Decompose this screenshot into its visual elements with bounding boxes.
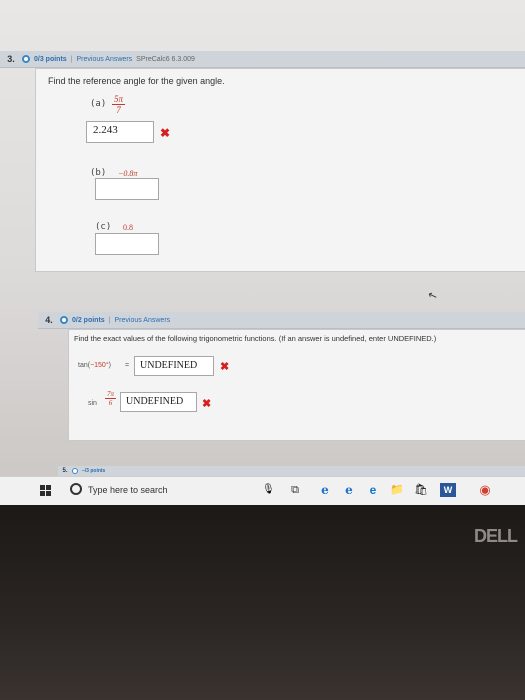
tan-func: tan( xyxy=(78,362,91,369)
part-b-given: −0.8π xyxy=(118,169,138,178)
tan-equals: = xyxy=(125,362,130,369)
status-dot-icon xyxy=(60,316,68,324)
part-a-given-fraction: 5π 7 xyxy=(112,94,126,115)
taskbar: Type here to search 🎙 ⧉ e e e 📁 🛍 W ◉ xyxy=(0,476,525,505)
status-dot-icon xyxy=(22,55,30,63)
store-icon[interactable]: 🛍 xyxy=(414,483,428,497)
question-3-source: SPreCalc6 6.3.009 xyxy=(136,55,195,63)
part-c-label: (c) xyxy=(95,222,112,232)
laptop-bezel xyxy=(0,505,525,700)
previous-answers-link[interactable]: Previous Answers xyxy=(115,317,171,324)
question-5-number: 5. xyxy=(62,468,68,474)
tan-answer-field[interactable]: UNDEFINED xyxy=(134,356,214,376)
tan-expression: tan(−150°) xyxy=(78,362,111,369)
question-3-prompt: Find the reference angle for the given a… xyxy=(48,76,225,86)
microphone-icon[interactable]: 🎙 xyxy=(262,483,275,497)
dell-logo: DELL xyxy=(474,526,518,546)
mouse-cursor-icon: ↖ xyxy=(426,288,440,304)
question-4-points: 0/2 points xyxy=(72,316,105,324)
chrome-icon[interactable]: ◉ xyxy=(478,483,492,497)
sin-denominator: 6 xyxy=(108,399,113,407)
tan-angle: −150° xyxy=(90,362,109,369)
part-b-answer-field[interactable] xyxy=(95,178,159,200)
edge-browser-icon-3[interactable]: e xyxy=(366,483,380,497)
part-a-numerator: 5π xyxy=(112,94,126,105)
separator: | xyxy=(108,316,111,324)
question-4-header: 4. 0/2 points | Previous Answers xyxy=(38,312,525,329)
sin-answer-field[interactable]: UNDEFINED xyxy=(120,392,197,412)
part-a-label: (a) xyxy=(90,99,107,109)
tan-close: ) xyxy=(108,362,111,369)
status-dot-icon xyxy=(72,468,78,474)
sin-func: sin xyxy=(88,400,97,407)
part-c-answer-field[interactable] xyxy=(95,233,159,255)
part-a-denominator: 7 xyxy=(116,105,121,115)
task-view-icon[interactable]: ⧉ xyxy=(289,483,301,497)
question-3-header: 3. 0/3 points | Previous Answers SPreCal… xyxy=(0,51,525,68)
cortana-search-icon[interactable] xyxy=(70,483,82,495)
question-4-number: 4. xyxy=(45,315,53,325)
part-a-incorrect-icon: ✖ xyxy=(160,126,171,140)
question-3-points: 0/3 points xyxy=(34,55,67,63)
previous-answers-link[interactable]: Previous Answers xyxy=(77,56,133,63)
taskbar-search-input[interactable]: Type here to search xyxy=(88,485,168,495)
part-b-label: (b) xyxy=(90,168,107,178)
question-3-number: 3. xyxy=(7,54,15,64)
sin-numerator: 7π xyxy=(105,390,117,399)
tan-incorrect-icon: ✖ xyxy=(220,361,230,373)
sin-angle-fraction: 7π 6 xyxy=(105,390,117,407)
edge-browser-icon[interactable]: e xyxy=(318,483,332,497)
file-explorer-icon[interactable]: 📁 xyxy=(390,483,404,497)
question-5-points: –/3 points xyxy=(82,468,106,474)
question-4-prompt: Find the exact values of the following t… xyxy=(74,334,437,343)
part-c-given: 0.8 xyxy=(123,223,133,232)
part-a-answer-field[interactable]: 2.243 xyxy=(86,121,154,143)
question-4-card xyxy=(68,329,525,441)
word-icon[interactable]: W xyxy=(440,483,456,497)
sin-incorrect-icon: ✖ xyxy=(202,398,212,410)
edge-browser-icon-2[interactable]: e xyxy=(342,483,356,497)
separator: | xyxy=(70,55,73,63)
windows-start-icon[interactable] xyxy=(40,485,52,497)
browser-screen: 3. 0/3 points | Previous Answers SPreCal… xyxy=(0,0,525,505)
